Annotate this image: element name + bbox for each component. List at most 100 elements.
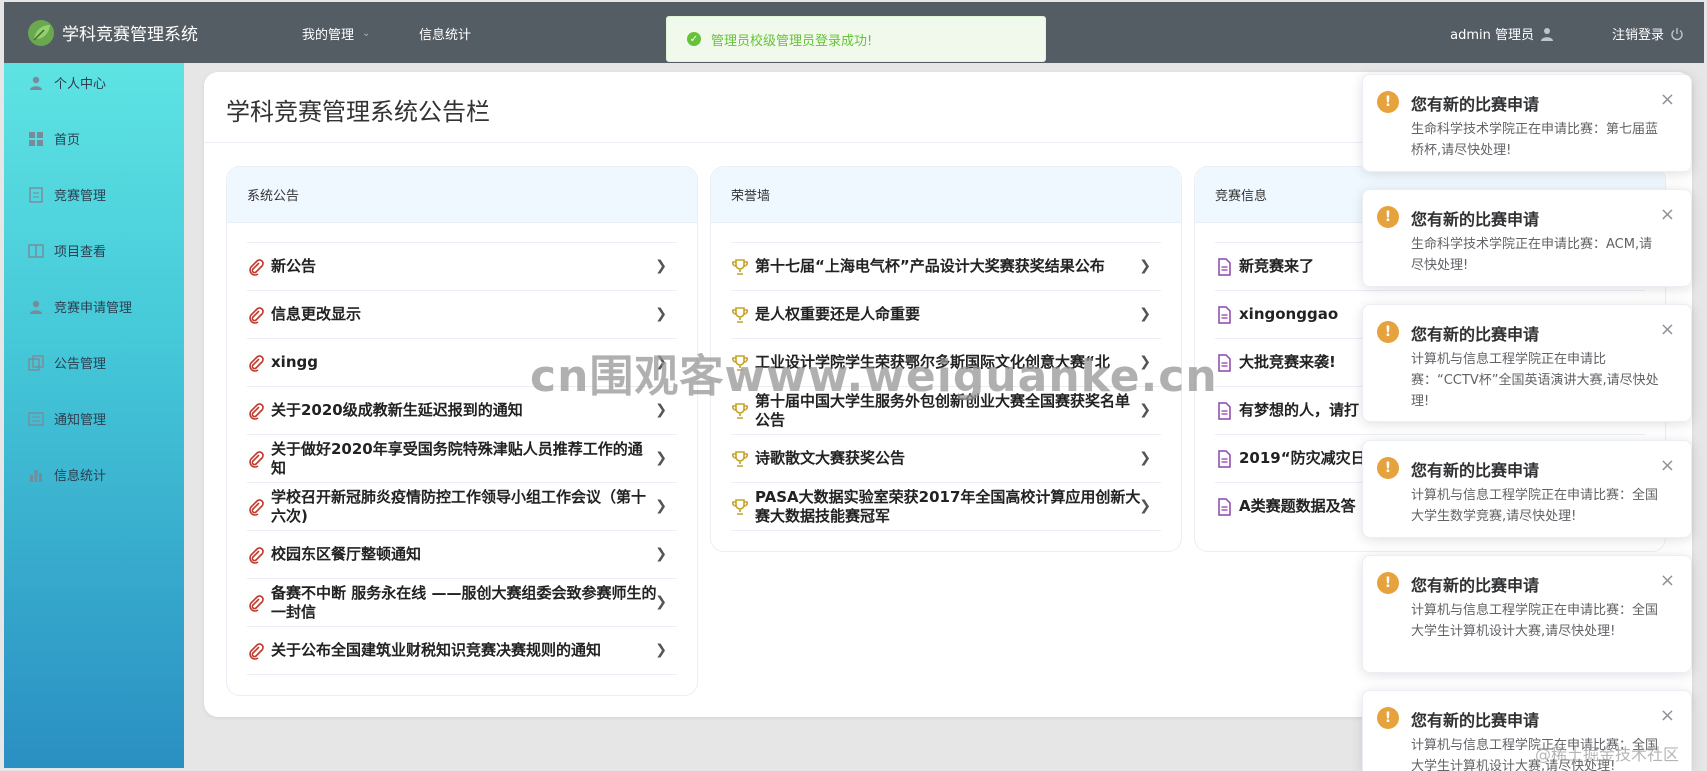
chevron-right-icon: ❯ [655,450,667,466]
trophy-icon [732,258,748,275]
list-item-text: 关于做好2020年享受国务院特殊津贴人员推荐工作的通知 [271,439,643,477]
sidebar-item-label: 竞赛申请管理 [54,301,133,316]
list-item-text: 学校召开新冠肺炎疫情防控工作领导小组工作会议（第十六次) [271,487,647,525]
notification[interactable]: ! 您有新的比赛申请 × 生命科学技术学院正在申请比赛：ACM,请尽快处理! [1362,189,1692,287]
close-icon[interactable]: × [1660,705,1675,726]
list-item-text: 诗歌散文大赛获奖公告 [755,449,906,467]
success-message: ✓ 管理员校级管理员登录成功! [666,16,1046,62]
chevron-right-icon: ❯ [1139,306,1151,322]
close-icon[interactable]: × [1660,570,1675,591]
trophy-icon [732,450,748,467]
close-icon[interactable]: × [1660,455,1675,476]
paperclip-icon [249,402,264,420]
notification-title: 您有新的比赛申请 [1411,576,1540,595]
notification-body: 生命科学技术学院正在申请比赛：ACM,请尽快处理! [1411,237,1653,273]
sidebar-item-label: 通知管理 [54,413,107,428]
sidebar-item-competition[interactable]: 竞赛管理 [28,185,106,204]
sidebar: 个人中心 首页 竞赛管理 项目查看 竞赛申请管理 公告管理 通知管理 信息统计 [4,63,184,768]
user-menu[interactable]: admin 管理员 [1450,24,1554,43]
list-item[interactable]: 诗歌散文大赛获奖公告 ❯ [731,434,1161,482]
check-circle-icon: ✓ [687,32,701,46]
list-item-text: 是人权重要还是人命重要 [755,305,921,323]
notification-title: 您有新的比赛申请 [1411,210,1540,229]
document-icon [1218,497,1231,516]
list-item[interactable]: PASA大数据实验室荣获2017年全国高校计算应用创新大赛大数据技能赛冠军 ❯ [731,482,1161,530]
sidebar-item-announcements[interactable]: 公告管理 [28,353,106,372]
sidebar-item-label: 公告管理 [54,357,107,372]
list-item[interactable]: 校园东区餐厅整顿通知 ❯ [247,530,677,578]
sidebar-item-label: 竞赛管理 [54,189,107,204]
document-icon [28,411,44,426]
user-label: admin 管理员 [1450,28,1534,43]
sidebar-item-notices[interactable]: 通知管理 [28,409,106,428]
list-item[interactable]: 备赛不中断 服务永在线 ——服创大赛组委会致参赛师生的一封信 ❯ [247,578,677,626]
sidebar-item-projects[interactable]: 项目查看 [28,241,106,260]
notification-title: 您有新的比赛申请 [1411,711,1540,730]
paperclip-icon [249,546,264,564]
sidebar-item-home[interactable]: 首页 [28,129,80,148]
notification[interactable]: ! 您有新的比赛申请 × 计算机与信息工程学院正在申请比赛：全国大学生计算机设计… [1362,555,1692,673]
list-item-text: 第十七届“上海电气杯”产品设计大奖赛获奖结果公布 [755,257,1105,275]
sidebar-item-profile[interactable]: 个人中心 [28,73,106,92]
notification[interactable]: ! 您有新的比赛申请 × 生命科学技术学院正在申请比赛：第七届蓝桥杯,请尽快处理… [1362,74,1692,172]
chevron-right-icon: ❯ [655,594,667,610]
nav-info-stats[interactable]: 信息统计 [419,24,471,43]
document-icon [1218,401,1231,420]
document-icon [1218,257,1231,276]
app-logo[interactable]: 学科竞赛管理系统 [26,18,198,48]
chevron-right-icon: ❯ [655,642,667,658]
chevron-right-icon: ❯ [1139,402,1151,418]
notification-title: 您有新的比赛申请 [1411,325,1540,344]
sidebar-item-label: 项目查看 [54,245,107,260]
nav-label: 我的管理 [302,28,355,43]
nav-my-management[interactable]: 我的管理 ⌄ [302,24,370,43]
close-icon[interactable]: × [1660,204,1675,225]
list-item-text: 关于公布全国建筑业财税知识竞赛决赛规则的通知 [271,641,602,659]
book-icon [28,243,44,258]
leaf-logo-icon [28,19,54,46]
chevron-right-icon: ❯ [655,306,667,322]
list-item[interactable]: 学校召开新冠肺炎疫情防控工作领导小组工作会议（第十六次) ❯ [247,482,677,530]
chevron-right-icon: ❯ [655,546,667,562]
list-item-text: 备赛不中断 服务永在线 ——服创大赛组委会致参赛师生的一封信 [271,583,657,621]
sidebar-item-statistics[interactable]: 信息统计 [28,465,106,484]
user-icon [30,76,42,90]
notification[interactable]: ! 您有新的比赛申请 × 计算机与信息工程学院正在申请比赛：全国大学生数学竞赛,… [1362,440,1692,538]
list-item[interactable]: 第十七届“上海电气杯”产品设计大奖赛获奖结果公布 ❯ [731,242,1161,290]
logout-button[interactable]: 注销登录 [1612,24,1684,43]
divider [247,674,677,675]
document-icon [1218,449,1231,468]
chevron-right-icon: ❯ [1139,450,1151,466]
close-icon[interactable]: × [1660,319,1675,340]
notification-body: 计算机与信息工程学院正在申请比赛：全国大学生计算机设计大赛,请尽快处理! [1411,603,1659,639]
trophy-icon [732,306,748,323]
panel-header: 系统公告 [227,167,697,223]
list-item[interactable]: 关于做好2020年享受国务院特殊津贴人员推荐工作的通知 ❯ [247,434,677,482]
page-title: 学科竞赛管理系统公告栏 [226,98,490,126]
notification-body: 计算机与信息工程学院正在申请比赛：“CCTV杯”全国英语演讲大赛,请尽快处理! [1411,352,1659,409]
nav-label: 信息统计 [419,28,472,43]
notification[interactable]: ! 您有新的比赛申请 × 计算机与信息工程学院正在申请比赛：“CCTV杯”全国英… [1362,304,1692,422]
user-icon [1541,27,1553,41]
list-item[interactable]: 新公告 ❯ [247,242,677,290]
corner-watermark: @稀土掘金技术社区 [1534,745,1679,764]
paperclip-icon [249,306,264,324]
list-item[interactable]: 关于公布全国建筑业财税知识竞赛决赛规则的通知 ❯ [247,626,677,674]
chevron-right-icon: ❯ [655,498,667,514]
warning-icon: ! [1377,707,1399,729]
paperclip-icon [249,642,264,660]
notification-title: 您有新的比赛申请 [1411,95,1540,114]
list-item[interactable]: 信息更改显示 ❯ [247,290,677,338]
document-icon [1218,305,1231,324]
warning-icon: ! [1377,206,1399,228]
paperclip-icon [249,450,264,468]
sidebar-item-applications[interactable]: 竞赛申请管理 [28,297,132,316]
chevron-right-icon: ❯ [655,402,667,418]
copy-icon [28,354,44,371]
list-item[interactable]: 是人权重要还是人命重要 ❯ [731,290,1161,338]
sidebar-item-label: 信息统计 [54,469,107,484]
close-icon[interactable]: × [1660,89,1675,110]
notification-body: 生命科学技术学院正在申请比赛：第七届蓝桥杯,请尽快处理! [1411,122,1659,158]
list-item-text: PASA大数据实验室荣获2017年全国高校计算应用创新大赛大数据技能赛冠军 [755,487,1141,525]
logout-label: 注销登录 [1611,28,1664,43]
